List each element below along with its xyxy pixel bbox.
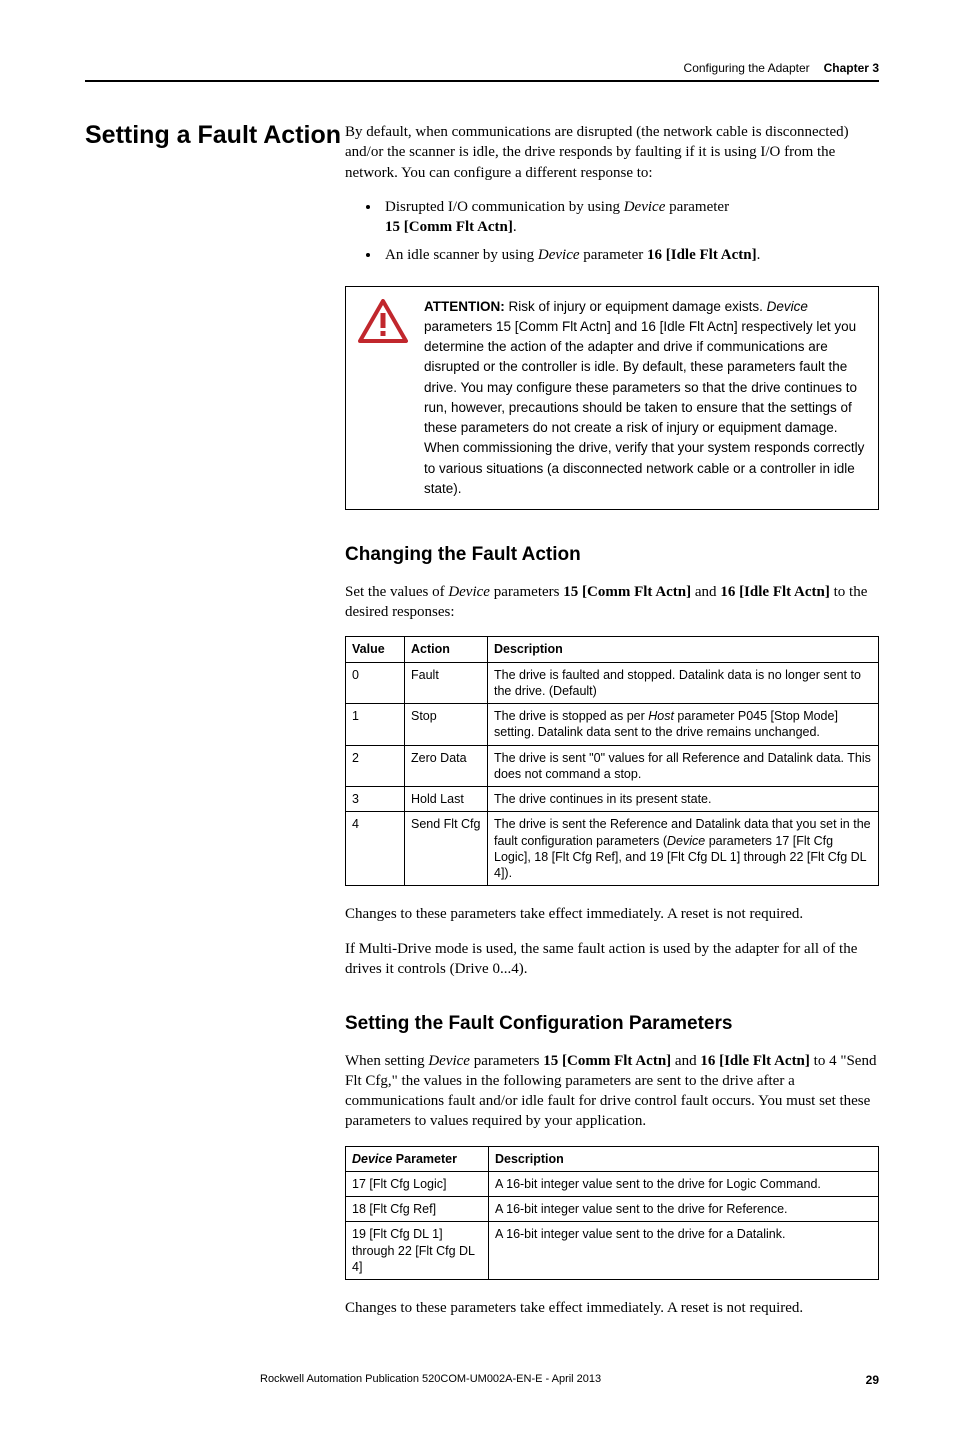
table-header: Value [346,637,405,662]
paragraph: If Multi-Drive mode is used, the same fa… [345,939,879,980]
sub1-paragraph: Set the values of Device parameters 15 [… [345,582,879,623]
paragraph: Changes to these parameters take effect … [345,904,879,924]
attention-callout: ATTENTION: Risk of injury or equipment d… [345,286,879,511]
table-row: 4 Send Flt Cfg The drive is sent the Ref… [346,812,879,886]
table-header: Device Parameter [346,1146,489,1171]
subheading-setting-params: Setting the Fault Configuration Paramete… [345,1011,879,1037]
page-footer: Rockwell Automation Publication 520COM-U… [85,1372,879,1388]
table-header: Action [405,637,488,662]
table-row: 0 Fault The drive is faulted and stopped… [346,662,879,704]
sub2-paragraph: When setting Device parameters 15 [Comm … [345,1051,879,1132]
fault-config-table: Device Parameter Description 17 [Flt Cfg… [345,1146,879,1281]
table-row: 3 Hold Last The drive continues in its p… [346,787,879,812]
page-header: Configuring the Adapter Chapter 3 [85,60,879,82]
paragraph: Changes to these parameters take effect … [345,1298,879,1318]
table-header: Description [489,1146,879,1171]
subheading-changing: Changing the Fault Action [345,542,879,568]
table-row: 19 [Flt Cfg DL 1] through 22 [Flt Cfg DL… [346,1222,879,1280]
footer-page-number: 29 [866,1372,879,1388]
list-item: An idle scanner by using Device paramete… [381,245,879,265]
header-section: Configuring the Adapter [684,60,810,76]
table-row: 1 Stop The drive is stopped as per Host … [346,704,879,746]
table-row: 17 [Flt Cfg Logic] A 16-bit integer valu… [346,1171,879,1196]
attention-text: ATTENTION: Risk of injury or equipment d… [424,297,866,500]
fault-action-table: Value Action Description 0 Fault The dri… [345,636,879,886]
table-row: 18 [Flt Cfg Ref] A 16-bit integer value … [346,1197,879,1222]
header-chapter: Chapter 3 [824,60,879,76]
footer-publication: Rockwell Automation Publication 520COM-U… [260,1372,601,1388]
attention-icon [358,299,408,500]
table-header: Description [488,637,879,662]
list-item: Disrupted I/O communication by using Dev… [381,197,879,238]
section-title: Setting a Fault Action [85,122,345,150]
table-row: 2 Zero Data The drive is sent "0" values… [346,745,879,787]
bullet-list: Disrupted I/O communication by using Dev… [345,197,879,266]
intro-paragraph: By default, when communications are disr… [345,122,879,183]
